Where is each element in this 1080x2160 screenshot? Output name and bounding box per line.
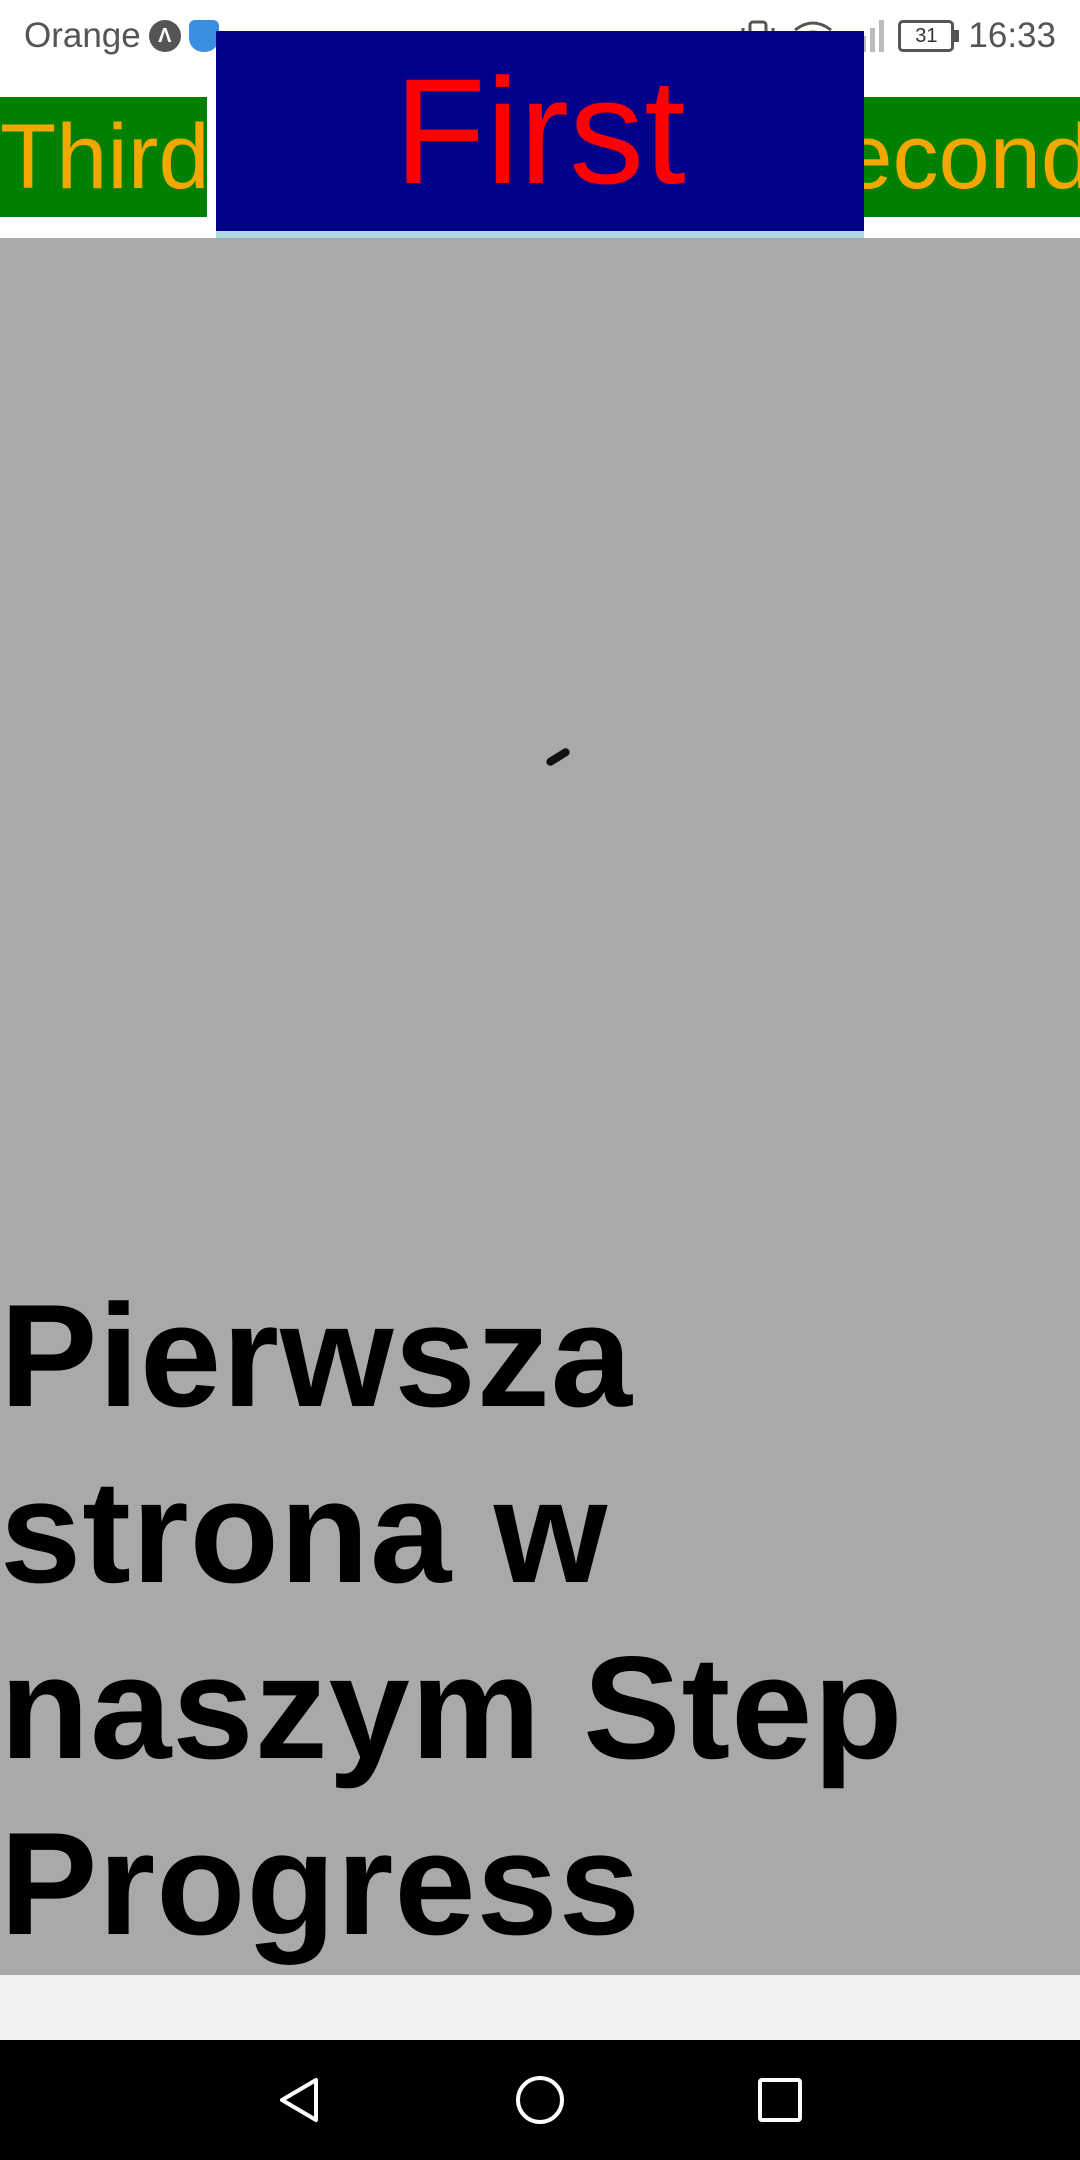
system-navigation-bar (0, 2040, 1080, 2160)
tab-third[interactable]: Third (0, 97, 207, 217)
app-screen: Orange Λ 31 16:33 Third Second First Pie… (0, 0, 1080, 2160)
battery-level: 31 (915, 25, 938, 47)
carrier-name: Orange (24, 16, 141, 55)
battery-icon: 31 (898, 20, 960, 52)
clock: 16:33 (968, 16, 1056, 55)
page-heading: Pierwsza strona w naszym Step Progress (0, 1274, 904, 1965)
nav-a-icon: Λ (148, 20, 181, 52)
shield-icon (188, 20, 219, 52)
loading-spinner-icon (544, 746, 572, 768)
content-footer-strip (0, 1975, 1080, 2040)
page-content: Pierwsza strona w naszym Step Progress (0, 238, 1080, 1975)
tab-first-active[interactable]: First (216, 31, 864, 231)
recent-apps-icon[interactable] (752, 2072, 808, 2128)
home-icon[interactable] (512, 2072, 568, 2128)
status-bar-left: Orange Λ (24, 16, 219, 56)
back-icon[interactable] (272, 2072, 328, 2128)
